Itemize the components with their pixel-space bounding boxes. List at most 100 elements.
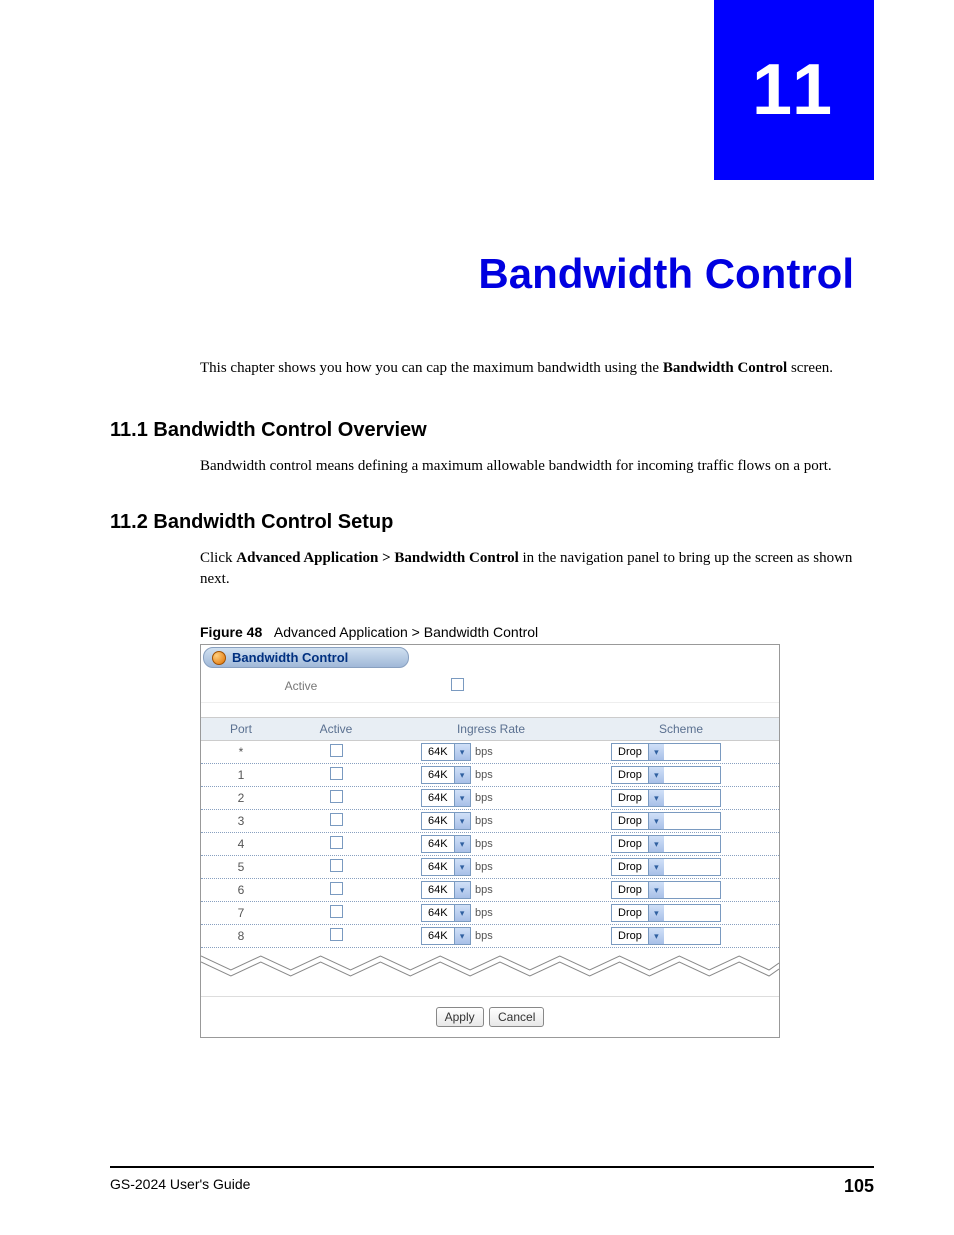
scheme-dropdown[interactable]: Drop▾: [611, 904, 721, 922]
rate-dropdown[interactable]: 64K▾: [421, 927, 471, 945]
intro-pre: This chapter shows you how you can cap t…: [200, 360, 663, 376]
global-active-row: Active: [201, 670, 779, 703]
cell-ingress: 64K▾ bps: [391, 766, 591, 784]
table-row: 4 64K▾ bps Drop▾: [201, 833, 779, 856]
cell-active: [281, 767, 391, 783]
table-row: 2 64K▾bps Drop▾: [201, 787, 779, 810]
chevron-down-icon: ▾: [454, 928, 470, 944]
cell-port: 1: [201, 768, 281, 782]
row-active-checkbox[interactable]: [330, 790, 343, 803]
row-active-checkbox[interactable]: [330, 928, 343, 941]
cell-active: [281, 882, 391, 898]
rate-dropdown[interactable]: 64K▾: [421, 835, 471, 853]
chapter-title: Bandwidth Control: [110, 250, 874, 298]
chevron-down-icon: ▾: [454, 813, 470, 829]
intro-post: screen.: [787, 360, 833, 376]
chevron-down-icon: ▾: [454, 767, 470, 783]
rate-dropdown[interactable]: 64K▾: [421, 881, 471, 899]
body-pre: Click: [200, 550, 236, 566]
chevron-down-icon: ▾: [648, 928, 664, 944]
rate-dropdown[interactable]: 64K▾: [421, 743, 471, 761]
cell-port: 8: [201, 929, 281, 943]
section-11-2-heading: 11.2 Bandwidth Control Setup: [110, 511, 874, 534]
chapter-number: 11: [752, 49, 836, 131]
unit-label: bps: [475, 815, 493, 827]
unit-label: bps: [475, 861, 493, 873]
cancel-button[interactable]: Cancel: [489, 1007, 544, 1027]
intro-bold: Bandwidth Control: [663, 360, 787, 376]
row-active-checkbox[interactable]: [330, 905, 343, 918]
cell-scheme: Drop▾: [591, 812, 771, 830]
global-active-label: Active: [201, 679, 401, 693]
unit-label: bps: [475, 838, 493, 850]
screen-header-pill: Bandwidth Control: [203, 647, 409, 668]
cell-port: 6: [201, 883, 281, 897]
figure-number: Figure 48: [200, 624, 262, 640]
rate-dropdown[interactable]: 64K▾: [421, 789, 471, 807]
unit-label: bps: [475, 884, 493, 896]
global-active-checkbox[interactable]: [451, 678, 464, 691]
cell-ingress: 64K▾ bps: [391, 835, 591, 853]
scheme-dropdown[interactable]: Drop▾: [611, 812, 721, 830]
scheme-dropdown[interactable]: Drop▾: [611, 927, 721, 945]
row-active-checkbox[interactable]: [330, 859, 343, 872]
cell-active: [281, 790, 391, 806]
footer-left: GS-2024 User's Guide: [110, 1176, 250, 1197]
cell-port: 2: [201, 791, 281, 805]
table-header: Port Active Ingress Rate Scheme: [201, 717, 779, 741]
unit-label: bps: [475, 769, 493, 781]
chevron-down-icon: ▾: [648, 882, 664, 898]
rate-dropdown[interactable]: 64K▾: [421, 812, 471, 830]
figure-caption: Figure 48 Advanced Application > Bandwid…: [200, 624, 874, 640]
scheme-dropdown[interactable]: Drop▾: [611, 743, 721, 761]
rate-dropdown[interactable]: 64K▾: [421, 904, 471, 922]
cell-ingress: 64K▾bps: [391, 904, 591, 922]
chevron-down-icon: ▾: [454, 859, 470, 875]
row-active-checkbox[interactable]: [330, 836, 343, 849]
cell-port: *: [201, 745, 281, 759]
scheme-dropdown[interactable]: Drop▾: [611, 789, 721, 807]
chevron-down-icon: ▾: [454, 836, 470, 852]
col-scheme: Scheme: [591, 722, 771, 736]
table-row: 5 64K▾ bps Drop▾: [201, 856, 779, 879]
row-active-checkbox[interactable]: [330, 744, 343, 757]
cell-active: [281, 928, 391, 944]
page-number: 105: [844, 1176, 874, 1197]
scheme-dropdown[interactable]: Drop▾: [611, 835, 721, 853]
cell-active: [281, 905, 391, 921]
row-active-checkbox[interactable]: [330, 767, 343, 780]
apply-button[interactable]: Apply: [436, 1007, 484, 1027]
section-11-2-body: Click Advanced Application > Bandwidth C…: [200, 548, 874, 590]
figure-text: Advanced Application > Bandwidth Control: [274, 624, 538, 640]
scheme-dropdown[interactable]: Drop▾: [611, 858, 721, 876]
chevron-down-icon: ▾: [454, 905, 470, 921]
scheme-dropdown[interactable]: Drop▾: [611, 766, 721, 784]
chevron-down-icon: ▾: [648, 905, 664, 921]
row-active-checkbox[interactable]: [330, 813, 343, 826]
cell-ingress: 64K▾bps: [391, 927, 591, 945]
section-11-1-body: Bandwidth control means defining a maxim…: [200, 456, 874, 477]
table-row: 8 64K▾bps Drop▾: [201, 925, 779, 948]
cell-scheme: Drop▾: [591, 881, 771, 899]
rate-dropdown[interactable]: 64K▾: [421, 766, 471, 784]
chapter-intro: This chapter shows you how you can cap t…: [200, 358, 874, 379]
button-row: Apply Cancel: [201, 996, 779, 1037]
cell-scheme: Drop▾: [591, 858, 771, 876]
chevron-down-icon: ▾: [454, 882, 470, 898]
cell-ingress: 64K▾ bps: [391, 812, 591, 830]
chevron-down-icon: ▾: [648, 813, 664, 829]
cell-port: 5: [201, 860, 281, 874]
rate-dropdown[interactable]: 64K▾: [421, 858, 471, 876]
row-active-checkbox[interactable]: [330, 882, 343, 895]
cell-scheme: Drop▾: [591, 743, 771, 761]
chevron-down-icon: ▾: [648, 744, 664, 760]
chapter-number-box: 11: [714, 0, 874, 180]
cell-scheme: Drop▾: [591, 766, 771, 784]
bullet-icon: [212, 651, 226, 665]
cell-port: 4: [201, 837, 281, 851]
cell-port: 3: [201, 814, 281, 828]
cell-ingress: 64K▾bps: [391, 789, 591, 807]
cell-ingress: 64K▾ bps: [391, 858, 591, 876]
figure-screenshot: Bandwidth Control Active Port Active Ing…: [200, 644, 780, 1038]
scheme-dropdown[interactable]: Drop▾: [611, 881, 721, 899]
